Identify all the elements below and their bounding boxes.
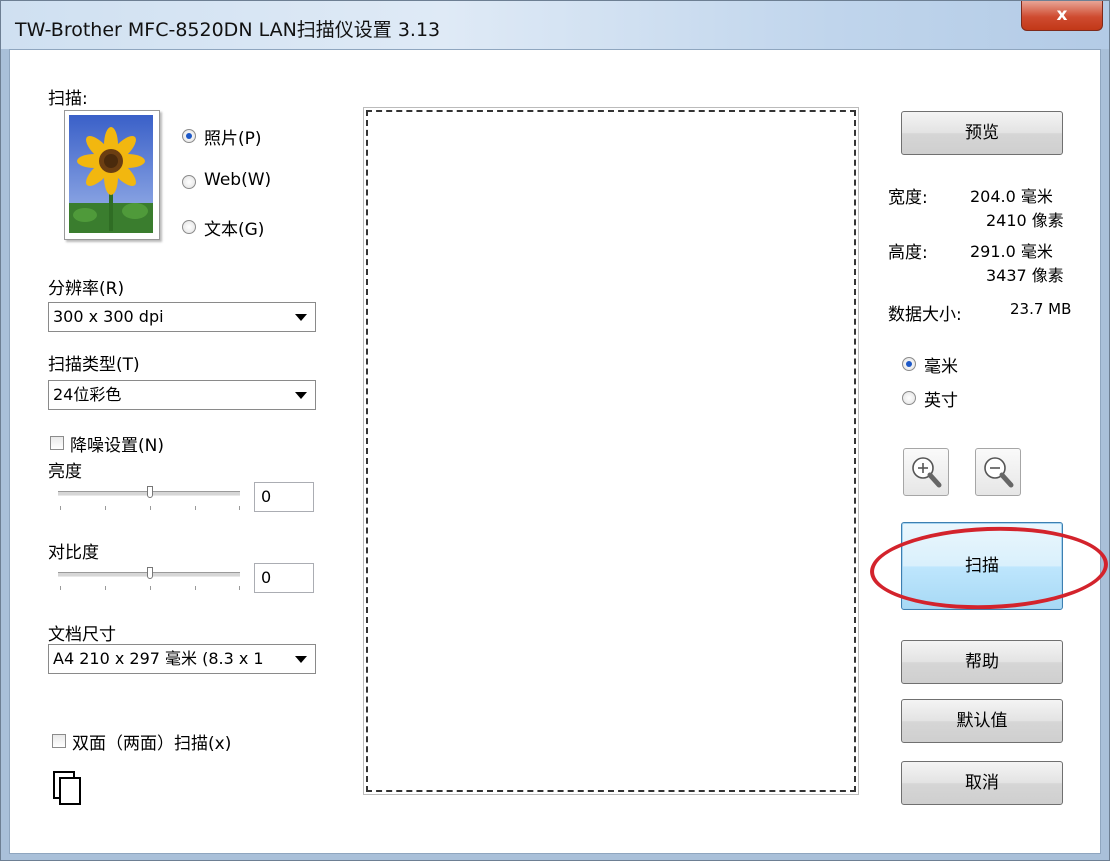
brightness-input[interactable]: 0 <box>254 482 314 512</box>
noise-reduction-checkbox[interactable] <box>50 436 64 450</box>
height-mm-value: 291.0 毫米 <box>970 242 1053 261</box>
resolution-label: 分辨率(R) <box>48 279 125 299</box>
scan-text-label[interactable]: 文本(G) <box>204 215 264 240</box>
width-mm-value: 204.0 毫米 <box>970 187 1053 206</box>
document-size-label: 文档尺寸 <box>48 625 116 645</box>
close-button[interactable]: x <box>1021 1 1103 31</box>
unit-inch-radio[interactable] <box>902 391 916 405</box>
brightness-slider-thumb[interactable] <box>147 486 153 498</box>
chevron-down-icon <box>295 392 307 399</box>
zoom-out-button[interactable] <box>975 448 1021 496</box>
height-px-value: 3437 像素 <box>986 266 1064 285</box>
slider-tick <box>105 506 106 510</box>
document-size-value: A4 210 x 297 毫米 (8.3 x 1 <box>53 649 264 668</box>
contrast-label: 对比度 <box>48 543 99 563</box>
slider-tick <box>105 586 106 590</box>
duplex-pages-icon <box>53 771 81 805</box>
width-px-value: 2410 像素 <box>986 211 1064 230</box>
scanner-settings-window: TW-Brother MFC-8520DN LAN扫描仪设置 3.13 x 扫描… <box>0 0 1110 861</box>
defaults-button[interactable]: 默认值 <box>901 699 1063 743</box>
slider-tick <box>150 506 151 510</box>
slider-tick <box>60 506 61 510</box>
noise-reduction-label[interactable]: 降噪设置(N) <box>70 431 164 456</box>
close-icon: x <box>1056 5 1068 25</box>
scan-photo-label[interactable]: 照片(P) <box>204 124 262 149</box>
brightness-value: 0 <box>261 487 272 506</box>
zoom-out-icon <box>984 457 1014 488</box>
scan-preview-area[interactable] <box>366 110 856 792</box>
chevron-down-icon <box>295 314 307 321</box>
chevron-down-icon <box>295 656 307 663</box>
height-label: 高度: <box>888 243 928 263</box>
scan-web-radio[interactable] <box>182 175 196 189</box>
scan-type-label: 扫描类型(T) <box>48 355 140 375</box>
contrast-input[interactable]: 0 <box>254 563 314 593</box>
scan-text-radio[interactable] <box>182 220 196 234</box>
title-bar[interactable]: TW-Brother MFC-8520DN LAN扫描仪设置 3.13 x <box>1 1 1109 49</box>
resolution-value: 300 x 300 dpi <box>53 307 164 326</box>
scan-web-label[interactable]: Web(W) <box>204 170 271 190</box>
slider-tick <box>239 586 240 590</box>
scan-mode-label: 扫描: <box>48 89 88 109</box>
zoom-in-icon <box>912 457 942 488</box>
sunflower-thumbnail <box>64 110 160 240</box>
dialog-client-area: 扫描: 照片(P) Web(W) 文本(G) 分辨率(R) 300 x 300 … <box>9 49 1110 854</box>
scan-photo-radio[interactable] <box>182 129 196 143</box>
window-title: TW-Brother MFC-8520DN LAN扫描仪设置 3.13 <box>15 19 441 41</box>
brightness-label: 亮度 <box>48 462 82 482</box>
document-size-select[interactable]: A4 210 x 297 毫米 (8.3 x 1 <box>48 644 316 674</box>
cancel-button[interactable]: 取消 <box>901 761 1063 805</box>
scan-type-select[interactable]: 24位彩色 <box>48 380 316 410</box>
unit-inch-label[interactable]: 英寸 <box>924 386 958 411</box>
unit-mm-radio[interactable] <box>902 357 916 371</box>
resolution-select[interactable]: 300 x 300 dpi <box>48 302 316 332</box>
slider-tick <box>150 586 151 590</box>
width-label: 宽度: <box>888 188 928 208</box>
slider-tick <box>239 506 240 510</box>
zoom-in-button[interactable] <box>903 448 949 496</box>
duplex-label[interactable]: 双面（两面）扫描(x) <box>72 729 231 754</box>
duplex-checkbox[interactable] <box>52 734 66 748</box>
slider-tick <box>195 506 196 510</box>
preview-button[interactable]: 预览 <box>901 111 1063 155</box>
slider-tick <box>60 586 61 590</box>
slider-tick <box>195 586 196 590</box>
scan-type-value: 24位彩色 <box>53 385 122 404</box>
contrast-slider-thumb[interactable] <box>147 567 153 579</box>
data-size-value: 23.7 MB <box>1010 300 1072 318</box>
sunflower-icon <box>69 115 153 233</box>
help-button[interactable]: 帮助 <box>901 640 1063 684</box>
contrast-value: 0 <box>261 568 272 587</box>
unit-mm-label[interactable]: 毫米 <box>924 352 958 377</box>
data-size-label: 数据大小: <box>888 305 962 325</box>
